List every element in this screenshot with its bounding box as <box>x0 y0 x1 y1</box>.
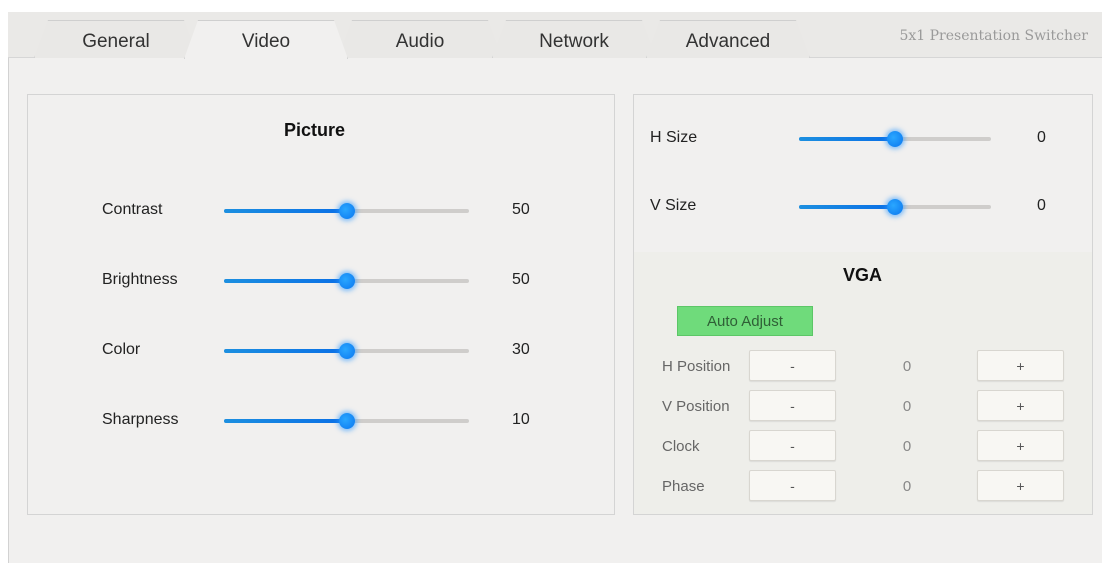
phase-minus-button[interactable]: - <box>749 470 836 501</box>
contrast-value: 50 <box>512 201 530 218</box>
color-value: 30 <box>512 341 530 358</box>
brightness-label: Brightness <box>102 271 178 288</box>
clock-minus-button[interactable]: - <box>749 430 836 461</box>
tab-label: Network <box>539 30 609 52</box>
slider-fill <box>224 349 347 353</box>
brightness-slider[interactable] <box>224 273 469 289</box>
slider-knob[interactable] <box>887 131 903 147</box>
clock-plus-button[interactable]: + <box>977 430 1064 461</box>
slider-fill <box>224 209 347 213</box>
h-position-plus-button[interactable]: + <box>977 350 1064 381</box>
tab-general[interactable]: General <box>34 20 198 58</box>
phase-value: 0 <box>902 478 912 495</box>
sharpness-slider[interactable] <box>224 413 469 429</box>
sharpness-value: 10 <box>512 411 530 428</box>
h-position-label: H Position <box>662 358 731 375</box>
slider-knob[interactable] <box>338 413 355 429</box>
tab-advanced[interactable]: Advanced <box>646 20 810 58</box>
slider-fill <box>799 137 895 141</box>
tab-bar: General Video Audio Network Advanced 5x1… <box>8 12 1102 58</box>
vga-title: VGA <box>843 265 883 285</box>
slider-knob[interactable] <box>338 273 355 289</box>
color-label: Color <box>102 341 141 358</box>
h-size-value: 0 <box>1037 129 1046 146</box>
tab-label: General <box>82 30 150 52</box>
v-position-label: V Position <box>662 398 730 415</box>
slider-fill <box>224 279 347 283</box>
product-name: 5x1 Presentation Switcher <box>899 28 1088 44</box>
tab-label: Audio <box>395 30 445 52</box>
tab-network[interactable]: Network <box>492 20 656 58</box>
v-position-value: 0 <box>902 398 912 415</box>
slider-knob[interactable] <box>338 203 355 219</box>
tab-audio[interactable]: Audio <box>338 20 502 58</box>
v-size-label: V Size <box>650 197 697 214</box>
v-size-value: 0 <box>1037 197 1046 214</box>
phase-plus-button[interactable]: + <box>977 470 1064 501</box>
brightness-value: 50 <box>512 271 530 288</box>
tab-video[interactable]: Video <box>184 20 348 59</box>
v-position-plus-button[interactable]: + <box>977 390 1064 421</box>
h-position-minus-button[interactable]: - <box>749 350 836 381</box>
phase-label: Phase <box>662 478 705 495</box>
tab-label: Video <box>241 31 291 52</box>
slider-knob[interactable] <box>887 199 903 215</box>
contrast-label: Contrast <box>102 201 163 218</box>
sharpness-label: Sharpness <box>102 411 179 428</box>
clock-value: 0 <box>902 438 912 455</box>
h-position-value: 0 <box>902 358 912 375</box>
clock-label: Clock <box>662 438 700 455</box>
slider-fill <box>224 419 347 423</box>
slider-fill <box>799 205 895 209</box>
auto-adjust-button[interactable]: Auto Adjust <box>677 306 813 336</box>
tab-label: Advanced <box>685 30 771 52</box>
h-size-slider[interactable] <box>799 131 991 147</box>
picture-panel <box>27 94 615 515</box>
color-slider[interactable] <box>224 343 469 359</box>
v-size-slider[interactable] <box>799 199 991 215</box>
picture-title: Picture <box>284 120 346 140</box>
h-size-label: H Size <box>650 129 698 146</box>
v-position-minus-button[interactable]: - <box>749 390 836 421</box>
slider-knob[interactable] <box>338 343 355 359</box>
contrast-slider[interactable] <box>224 203 469 219</box>
